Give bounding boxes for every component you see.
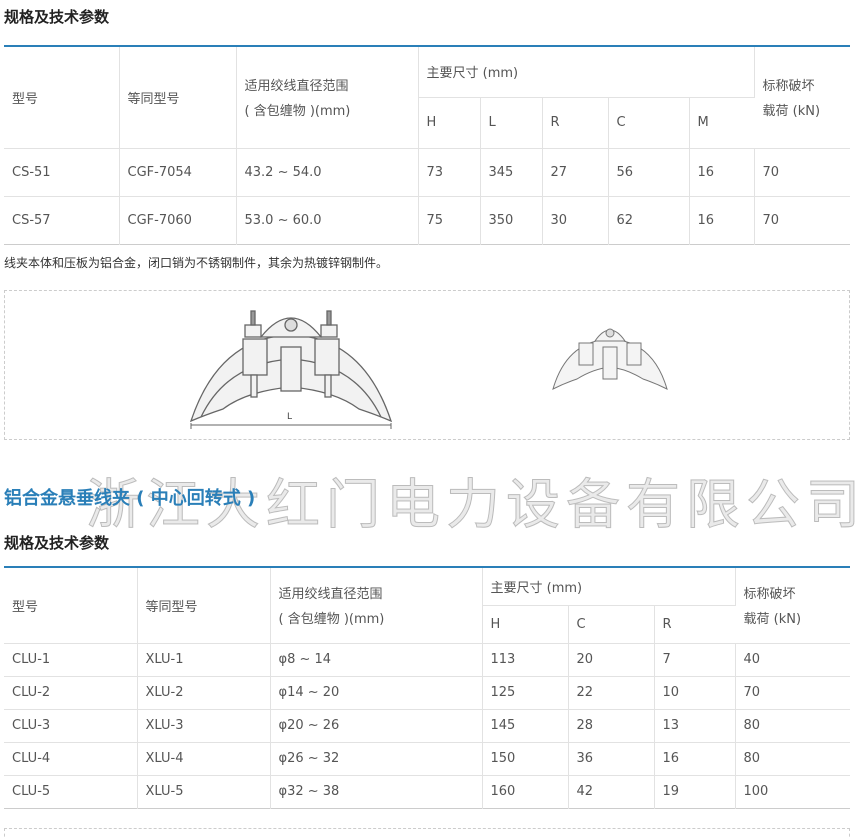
cell: CGF-7060 — [119, 196, 237, 244]
cell: 70 — [762, 212, 780, 228]
header-load: 标称破坏 载荷 (kN) — [754, 46, 850, 149]
header-sub: C — [608, 97, 690, 149]
dimension-label: L — [287, 412, 292, 422]
cell: φ8 ~ 14 — [270, 643, 483, 677]
header-dims: 主要尺寸 (mm) — [482, 567, 736, 606]
cell: 16 — [689, 148, 755, 197]
cell: φ32 ~ 38 — [270, 775, 483, 808]
header-load-line2: 载荷 (kN) — [743, 612, 802, 628]
product-figure-box-2 — [4, 828, 850, 839]
header-sub: R — [654, 605, 735, 644]
header-load-line2: 载荷 (kN) — [762, 104, 821, 120]
header-range: 适用绞线直径范围 ( 含包缠物 )(mm) — [236, 46, 419, 149]
header-sub: M — [689, 97, 754, 149]
cell: CGF-7054 — [119, 148, 237, 197]
cell: 150 — [482, 742, 569, 776]
cell: 350 — [480, 196, 543, 244]
table-row: CLU-1 XLU-1 φ8 ~ 14 113 20 7 40 — [4, 643, 850, 677]
header-sub: H — [482, 605, 569, 644]
cell: φ26 ~ 32 — [270, 742, 483, 776]
cell: CLU-3 — [4, 709, 138, 743]
product-figure-box: L — [4, 290, 850, 440]
table-row: CS-57 CGF-7060 53.0 ~ 60.0 75 350 30 62 … — [4, 196, 850, 244]
header-range-line1: 适用绞线直径范围 — [278, 587, 383, 603]
clamp-drawing-large — [189, 310, 393, 423]
cell: XLU-1 — [137, 643, 271, 677]
cell: 53.0 ~ 60.0 — [236, 196, 419, 244]
spec-heading: 规格及技术参数 — [4, 8, 110, 26]
table-row: CLU-5 XLU-5 φ32 ~ 38 160 42 19 100 — [4, 775, 850, 808]
cell: 36 — [568, 742, 655, 776]
cell: 22 — [568, 676, 655, 710]
header-range-line2: ( 含包缠物 )(mm) — [244, 104, 351, 120]
cell: XLU-4 — [137, 742, 271, 776]
cell: CLU-2 — [4, 676, 138, 710]
cell: 145 — [482, 709, 569, 743]
cell: 27 — [542, 148, 609, 197]
header-range-line2: ( 含包缠物 )(mm) — [278, 612, 385, 628]
header-load: 标称破坏 载荷 (kN) — [735, 567, 850, 644]
header-sub: L — [480, 97, 543, 149]
suspension-clamp-drawing: L — [189, 310, 668, 429]
header-range: 适用绞线直径范围 ( 含包缠物 )(mm) — [270, 567, 483, 644]
spec-heading: 规格及技术参数 — [4, 534, 110, 552]
cell: 70 — [754, 148, 850, 197]
cell: 73 — [418, 148, 481, 197]
cell: 80 — [735, 709, 850, 743]
cell: 28 — [568, 709, 655, 743]
cell: 43.2 ~ 54.0 — [236, 148, 419, 197]
header-sub: R — [542, 97, 609, 149]
cell: 40 — [735, 643, 850, 677]
table-row: CLU-2 XLU-2 φ14 ~ 20 125 22 10 70 — [4, 676, 850, 710]
cell: 113 — [482, 643, 569, 677]
cell: CLU-5 — [4, 775, 138, 808]
header-model: 型号 — [4, 567, 138, 644]
cell: 13 — [654, 709, 736, 743]
header-equiv: 等同型号 — [119, 46, 237, 149]
cell: 56 — [608, 148, 690, 197]
header-model: 型号 — [4, 46, 120, 149]
cell: CS-57 — [4, 196, 120, 244]
cell: 7 — [654, 643, 736, 677]
cell: φ14 ~ 20 — [270, 676, 483, 710]
cell: φ20 ~ 26 — [270, 709, 483, 743]
dimension-line — [190, 423, 392, 429]
header-sub: C — [568, 605, 655, 644]
spec-table-clu: 型号 等同型号 适用绞线直径范围 ( 含包缠物 )(mm) 主要尺寸 (mm) … — [4, 566, 850, 809]
spec-table-cs: 型号 等同型号 适用绞线直径范围 ( 含包缠物 )(mm) 主要尺寸 (mm) … — [4, 45, 850, 245]
cell: 16 — [689, 196, 755, 244]
cell: 75 — [418, 196, 481, 244]
header-dims: 主要尺寸 (mm) — [418, 46, 755, 98]
table-row: CS-51 CGF-7054 43.2 ~ 54.0 73 345 27 56 … — [4, 148, 850, 197]
header-sub: H — [418, 97, 481, 149]
cell: 62 — [608, 196, 690, 244]
header-load-line1: 标称破坏 — [762, 79, 815, 95]
table-row: CLU-4 XLU-4 φ26 ~ 32 150 36 16 80 — [4, 742, 850, 776]
table-row: CLU-3 XLU-3 φ20 ~ 26 145 28 13 80 — [4, 709, 850, 743]
header-range-line1: 适用绞线直径范围 — [244, 79, 349, 95]
cell: XLU-2 — [137, 676, 271, 710]
clamp-drawing-small — [552, 328, 668, 390]
cell: XLU-3 — [137, 709, 271, 743]
cell: 16 — [654, 742, 736, 776]
cell: CS-51 — [4, 148, 120, 197]
cell: 70 — [735, 676, 850, 710]
cell: 125 — [482, 676, 569, 710]
material-note: 线夹本体和压板为铝合金，闭口销为不锈钢制件，其余为热镀锌钢制件。 — [4, 256, 389, 270]
cell: 100 — [743, 784, 769, 799]
cell: 80 — [735, 742, 850, 776]
cell: 42 — [568, 775, 655, 808]
header-equiv: 等同型号 — [137, 567, 271, 644]
cell: XLU-5 — [137, 775, 271, 808]
section-title: 铝合金悬垂线夹 ( 中心回转式 ) — [4, 488, 256, 509]
cell: 10 — [654, 676, 736, 710]
cell: 160 — [482, 775, 569, 808]
cell: 30 — [542, 196, 609, 244]
header-load-line1: 标称破坏 — [743, 587, 796, 603]
cell: CLU-4 — [4, 742, 138, 776]
cell: 19 — [654, 775, 736, 808]
cell: 20 — [568, 643, 655, 677]
cell: 345 — [480, 148, 543, 197]
cell: CLU-1 — [4, 643, 138, 677]
